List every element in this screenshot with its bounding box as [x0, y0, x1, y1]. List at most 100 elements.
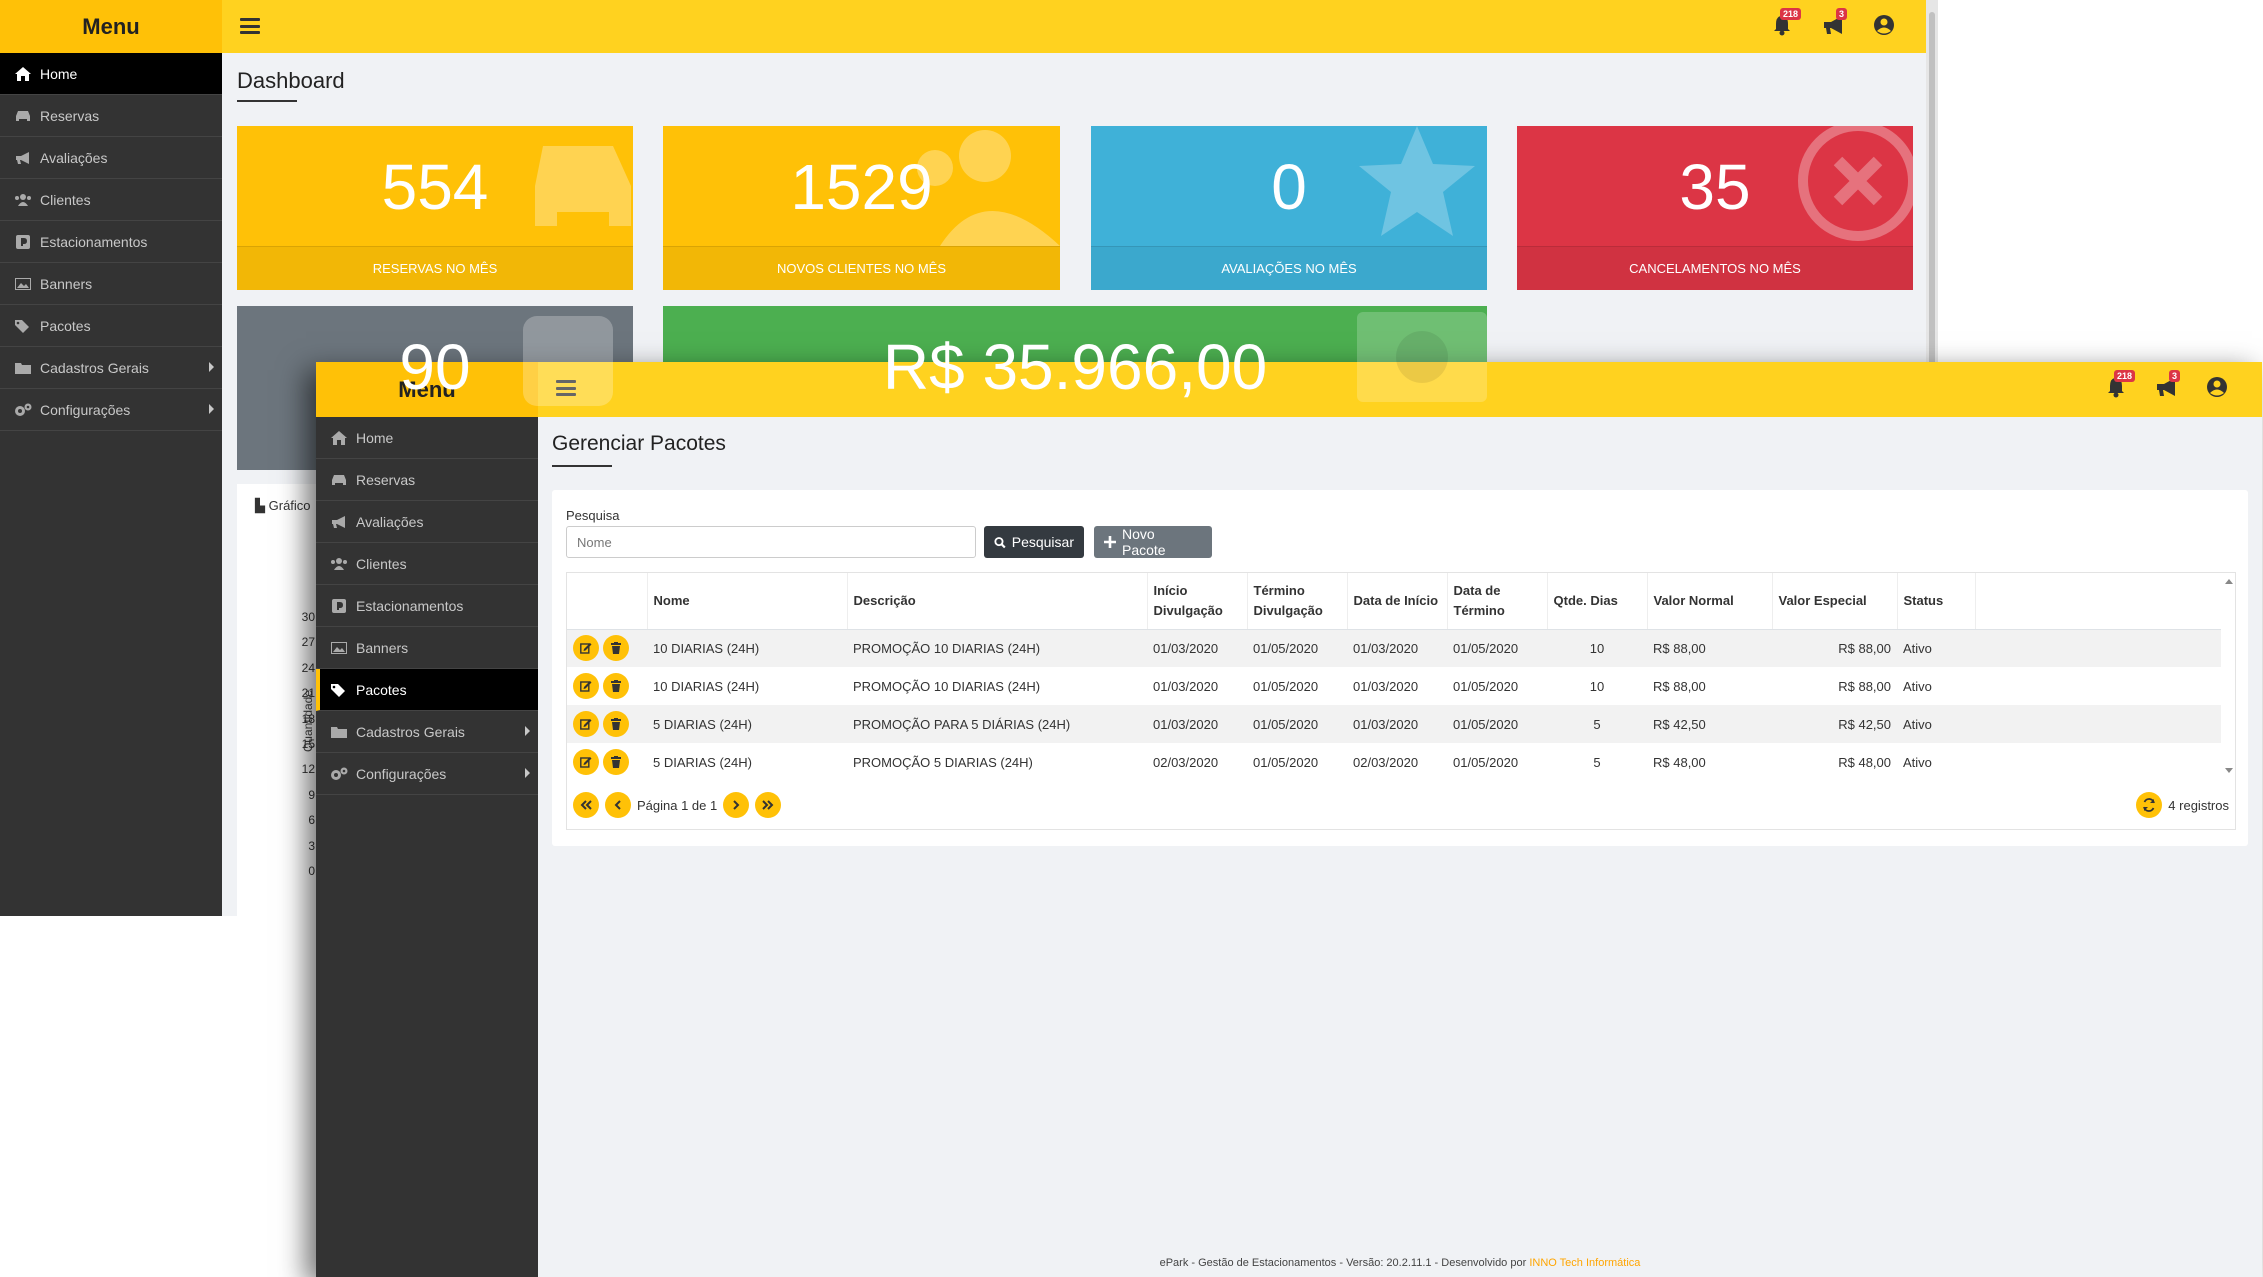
double-chevron-right-icon	[762, 800, 774, 810]
pacotes-table: Nome Descrição Início Divulgação Término…	[567, 573, 2221, 781]
user-circle-icon[interactable]	[1873, 14, 1897, 38]
hamburger-icon[interactable]	[240, 18, 260, 34]
users-icon	[330, 557, 348, 571]
edit-button[interactable]	[573, 749, 599, 775]
column-header-status[interactable]: Status	[1897, 573, 1976, 630]
chevron-right-icon	[209, 404, 214, 414]
sidebar-item-estacionamentos[interactable]: Estacionamentos	[0, 221, 222, 263]
refresh-button[interactable]	[2136, 792, 2163, 818]
search-button[interactable]: Pesquisar	[984, 526, 1084, 558]
last-page-button[interactable]	[755, 792, 782, 818]
sidebar-item-home[interactable]: Home	[316, 417, 538, 459]
edit-button[interactable]	[573, 673, 599, 699]
sidebar-item-label: Home	[356, 429, 394, 446]
sidebar-item-reservas[interactable]: Reservas	[316, 459, 538, 501]
bell-icon[interactable]: 218	[2106, 370, 2136, 400]
delete-button[interactable]	[603, 711, 629, 737]
footer-text: ePark - Gestão de Estacionamentos - Vers…	[1159, 1257, 1530, 1269]
delete-button[interactable]	[603, 635, 629, 662]
scrollbar-thumb[interactable]	[1929, 12, 1935, 372]
cell-valor-normal: R$ 48,00	[1653, 754, 1706, 770]
sidebar-item-clientes[interactable]: Clientes	[0, 179, 222, 221]
table-row[interactable]: 5 DIARIAS (24H) PROMOÇÃO PARA 5 DIÁRIAS (…	[567, 705, 2221, 743]
cell-data-termino: 01/05/2020	[1447, 629, 1547, 667]
edit-icon	[580, 719, 592, 730]
column-header-valor-especial[interactable]: Valor Especial	[1772, 573, 1898, 630]
sidebar-item-home[interactable]: Home	[0, 53, 222, 95]
sidebar-item-cadastros[interactable]: Cadastros Gerais	[316, 711, 538, 753]
table-row[interactable]: 10 DIARIAS (24H) PROMOÇÃO 10 DIARIAS (24H…	[567, 667, 2221, 705]
scroll-up-icon[interactable]	[2225, 579, 2233, 584]
user-circle-icon[interactable]	[2206, 376, 2230, 400]
cell-termino-div: 01/05/2020	[1253, 678, 1319, 694]
y-tick-label: 3	[308, 838, 315, 853]
scroll-down-icon[interactable]	[2225, 768, 2233, 773]
table-row[interactable]: 5 DIARIAS (24H) PROMOÇÃO 5 DIARIAS (24H) 0…	[567, 743, 2221, 781]
column-header-nome[interactable]: Nome	[647, 573, 848, 630]
megaphone-icon[interactable]: 3	[1822, 8, 1848, 38]
sidebar-item-label: Configurações	[356, 765, 447, 782]
sidebar-item-pacotes[interactable]: Pacotes	[316, 669, 538, 711]
edit-icon	[580, 757, 592, 768]
cell-status: Ativo	[1897, 629, 1975, 667]
title-underline	[552, 465, 612, 467]
stat-value: 35	[1679, 151, 1751, 223]
cell-descricao: PROMOÇÃO 10 DIARIAS (24H)	[847, 629, 1147, 667]
search-input[interactable]	[566, 526, 976, 558]
chart-tab[interactable]: ▙ Gráfico	[255, 498, 311, 514]
first-page-button[interactable]	[573, 792, 599, 818]
column-header-qtde-dias[interactable]: Qtde. Dias	[1547, 573, 1648, 630]
delete-button[interactable]	[603, 673, 629, 699]
sidebar-item-banners[interactable]: Banners	[316, 627, 538, 669]
footer-link[interactable]: INNO Tech Informática	[1529, 1257, 1640, 1269]
sidebar-item-clientes[interactable]: Clientes	[316, 543, 538, 585]
delete-button[interactable]	[603, 749, 629, 775]
cell-filler	[1975, 705, 2221, 743]
column-header-inicio-divulgacao[interactable]: Início Divulgação	[1147, 573, 1248, 630]
table-row[interactable]: 10 DIARIAS (24H) PROMOÇÃO 10 DIARIAS (24H…	[567, 629, 2221, 667]
column-header-filler	[1975, 573, 2221, 630]
sidebar-item-pacotes[interactable]: Pacotes	[0, 305, 222, 347]
cell-data-termino: 01/05/2020	[1453, 754, 1519, 770]
prev-page-button[interactable]	[605, 792, 631, 818]
megaphone-icon	[14, 151, 32, 165]
column-header-data-termino[interactable]: Data de Término	[1447, 573, 1548, 630]
column-header-descricao[interactable]: Descrição	[847, 573, 1148, 630]
plus-icon	[1104, 536, 1116, 548]
cell-filler	[1975, 667, 2221, 705]
sidebar-item-cadastros[interactable]: Cadastros Gerais	[0, 347, 222, 389]
megaphone-icon[interactable]: 3	[2155, 370, 2181, 400]
sidebar-item-configuracoes[interactable]: Configurações	[316, 753, 538, 795]
sidebar-item-banners[interactable]: Banners	[0, 263, 222, 305]
sidebar-item-configuracoes[interactable]: Configurações	[0, 389, 222, 431]
gears-icon	[14, 403, 32, 417]
dashboard-topbar: 218 3	[222, 0, 1926, 53]
page-scrollbar[interactable]	[1926, 0, 1938, 380]
sidebar-item-estacionamentos[interactable]: Estacionamentos	[316, 585, 538, 627]
column-header-data-inicio[interactable]: Data de Início	[1347, 573, 1448, 630]
stat-label: AVALIAÇÕES NO MÊS	[1091, 246, 1487, 290]
pacotes-card: Pesquisa Pesquisar Novo Pacote Nome Desc…	[552, 490, 2248, 846]
new-package-button[interactable]: Novo Pacote	[1094, 526, 1212, 558]
stat-label: RESERVAS NO MÊS	[237, 246, 633, 290]
dashboard-sidebar: Menu Home Reservas Avaliações Clientes E…	[0, 0, 222, 916]
page-title: Gerenciar Pacotes	[552, 432, 726, 455]
car-icon	[14, 109, 32, 123]
cell-valor-normal: R$ 88,00	[1653, 678, 1706, 694]
cell-valor-especial: R$ 88,00	[1772, 629, 1897, 667]
sidebar-item-label: Clientes	[356, 555, 407, 572]
sidebar-item-avaliacoes[interactable]: Avaliações	[0, 137, 222, 179]
edit-button[interactable]	[573, 635, 599, 662]
table-scrollbar[interactable]	[2221, 573, 2235, 779]
sidebar-item-avaliacoes[interactable]: Avaliações	[316, 501, 538, 543]
sidebar-item-reservas[interactable]: Reservas	[0, 95, 222, 137]
next-page-button[interactable]	[723, 792, 750, 818]
cell-filler	[1975, 743, 2221, 781]
column-header-termino-divulgacao[interactable]: Término Divulgação	[1247, 573, 1348, 630]
edit-button[interactable]	[573, 711, 599, 737]
cell-nome: 10 DIARIAS (24H)	[653, 678, 760, 694]
y-tick-label: 27	[301, 635, 315, 650]
cell-termino-div: 01/05/2020	[1247, 629, 1347, 667]
column-header-valor-normal[interactable]: Valor Normal	[1647, 573, 1773, 630]
bell-icon[interactable]: 218	[1772, 8, 1802, 38]
